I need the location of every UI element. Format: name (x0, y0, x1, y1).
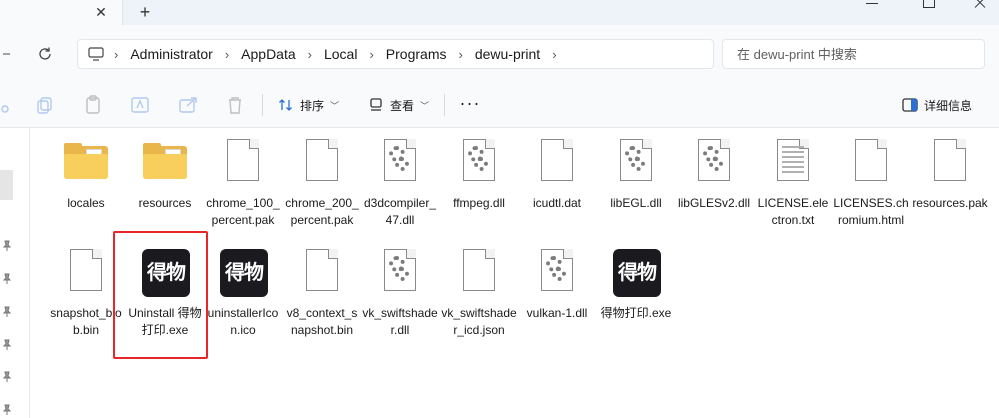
breadcrumb-administrator[interactable]: Administrator (122, 46, 220, 62)
title-bar: ✕ + (0, 0, 999, 25)
pin-icon (2, 371, 12, 382)
share-icon[interactable] (177, 94, 199, 116)
file-name: chrome_100_percent.pak (206, 196, 280, 227)
pin-icon (2, 240, 12, 251)
command-bar: 排序 ﹀ 查看 ﹀ ··· 详细信息 (0, 82, 999, 128)
file-item-dewu-print-exe[interactable]: 得物 得物打印.exe (596, 239, 676, 322)
computer-icon[interactable] (88, 47, 104, 61)
address-bar[interactable]: › Administrator › AppData › Local › Prog… (77, 39, 714, 69)
file-name: locales (67, 196, 105, 210)
tab-close-icon[interactable]: ✕ (91, 2, 111, 22)
sort-icon (279, 99, 292, 111)
file-item-vulkan[interactable]: vulkan-1.dll (517, 239, 597, 322)
view-icon (370, 98, 382, 111)
cut-icon[interactable] (0, 94, 14, 116)
file-item-vk-swiftshader-icd[interactable]: vk_swiftshader_icd.json (439, 239, 519, 339)
up-arrow-icon[interactable] (0, 39, 14, 69)
new-tab-button[interactable]: + (134, 1, 156, 23)
file-item-libglesv2[interactable]: libGLESv2.dll (674, 129, 754, 212)
file-item-locales[interactable]: locales (46, 129, 126, 212)
file-item-d3dcompiler[interactable]: d3dcompiler_47.dll (360, 129, 440, 229)
file-item-libegl[interactable]: libEGL.dll (596, 129, 676, 212)
rename-icon[interactable] (129, 94, 151, 116)
explorer-tab[interactable]: ✕ (0, 0, 123, 25)
folder-icon (64, 143, 108, 179)
file-item-chrome-200-percent[interactable]: chrome_200_percent.pak (282, 129, 362, 229)
file-name: uninstallerIcon.ico (207, 306, 279, 337)
toolbar-divider (444, 94, 445, 116)
breadcrumb-separator[interactable]: › (110, 47, 122, 62)
breadcrumb-separator[interactable]: › (548, 47, 560, 62)
file-item-licenses-chromium[interactable]: LICENSES.chromium.html (831, 129, 911, 229)
dewu-app-icon: 得物 (220, 249, 268, 297)
file-name: resources.pak (912, 196, 988, 210)
search-input[interactable] (737, 46, 970, 62)
details-pane-button[interactable]: 详细信息 (896, 92, 978, 118)
pin-icon (2, 339, 12, 350)
file-name: vk_swiftshader.dll (362, 306, 438, 337)
breadcrumb-local[interactable]: Local (316, 46, 365, 62)
file-name: d3dcompiler_47.dll (363, 196, 437, 227)
file-name: libGLESv2.dll (677, 196, 751, 210)
pin-icon (2, 273, 12, 284)
file-name: v8_context_snapshot.bin (286, 306, 358, 337)
file-name: ffmpeg.dll (453, 196, 505, 210)
file-item-license-electron[interactable]: LICENSE.electron.txt (753, 129, 833, 229)
sort-button[interactable]: 排序 ﹀ (272, 92, 345, 118)
breadcrumb-separator[interactable]: › (221, 47, 233, 62)
file-name: 得物打印.exe (600, 306, 672, 320)
pin-icon (2, 404, 12, 415)
paste-icon[interactable] (82, 94, 104, 116)
file-name: icudtl.dat (532, 196, 582, 210)
navigation-pane[interactable] (0, 128, 30, 418)
refresh-button[interactable] (30, 39, 60, 69)
file-item-ffmpeg[interactable]: ffmpeg.dll (439, 129, 519, 212)
breadcrumb-separator[interactable]: › (454, 47, 466, 62)
file-item-icudtl[interactable]: icudtl.dat (517, 129, 597, 212)
file-item-uninstaller-icon[interactable]: 得物 uninstallerIcon.ico (203, 239, 283, 339)
details-label: 详细信息 (924, 98, 973, 113)
search-box[interactable] (722, 39, 985, 69)
details-pane-icon (902, 98, 918, 112)
delete-icon[interactable] (224, 94, 246, 116)
folder-icon (143, 143, 187, 179)
file-name: LICENSE.electron.txt (757, 196, 829, 227)
file-name: vulkan-1.dll (526, 306, 588, 320)
file-item-resources[interactable]: resources (125, 129, 205, 212)
refresh-icon (39, 47, 51, 60)
file-item-resources-pak[interactable]: resources.pak (910, 129, 990, 212)
highlight-box (113, 231, 208, 359)
breadcrumb-dewu-print[interactable]: dewu-print (467, 46, 548, 62)
copy-icon[interactable] (34, 94, 56, 116)
close-window-button[interactable] (960, 0, 999, 10)
breadcrumb-separator[interactable]: › (365, 47, 377, 62)
toolbar-divider (262, 94, 263, 116)
breadcrumb-appdata[interactable]: AppData (233, 46, 303, 62)
chevron-down-icon: ﹀ (420, 100, 430, 111)
minimize-button[interactable] (852, 0, 892, 10)
navigation-row: › Administrator › AppData › Local › Prog… (0, 25, 999, 82)
file-item-v8-context-snapshot[interactable]: v8_context_snapshot.bin (282, 239, 362, 339)
breadcrumb-separator[interactable]: › (304, 47, 316, 62)
more-options-button[interactable]: ··· (455, 92, 485, 118)
maximize-button[interactable] (908, 0, 948, 10)
file-name: libEGL.dll (610, 196, 662, 210)
file-item-vk-swiftshader[interactable]: vk_swiftshader.dll (360, 239, 440, 339)
breadcrumb-programs[interactable]: Programs (378, 46, 455, 62)
file-name: LICENSES.chromium.html (833, 196, 909, 227)
dewu-app-icon: 得物 (613, 249, 661, 297)
sort-label: 排序 (300, 98, 325, 113)
file-name: vk_swiftshader_icd.json (441, 306, 517, 337)
file-name: chrome_200_percent.pak (285, 196, 359, 227)
pin-icon (2, 306, 12, 317)
view-button[interactable]: 查看 ﹀ (362, 92, 435, 118)
file-name: resources (138, 196, 192, 210)
nav-selected-item[interactable] (0, 170, 13, 200)
file-item-chrome-100-percent[interactable]: chrome_100_percent.pak (203, 129, 283, 229)
chevron-down-icon: ﹀ (330, 100, 340, 111)
view-label: 查看 (390, 98, 415, 113)
